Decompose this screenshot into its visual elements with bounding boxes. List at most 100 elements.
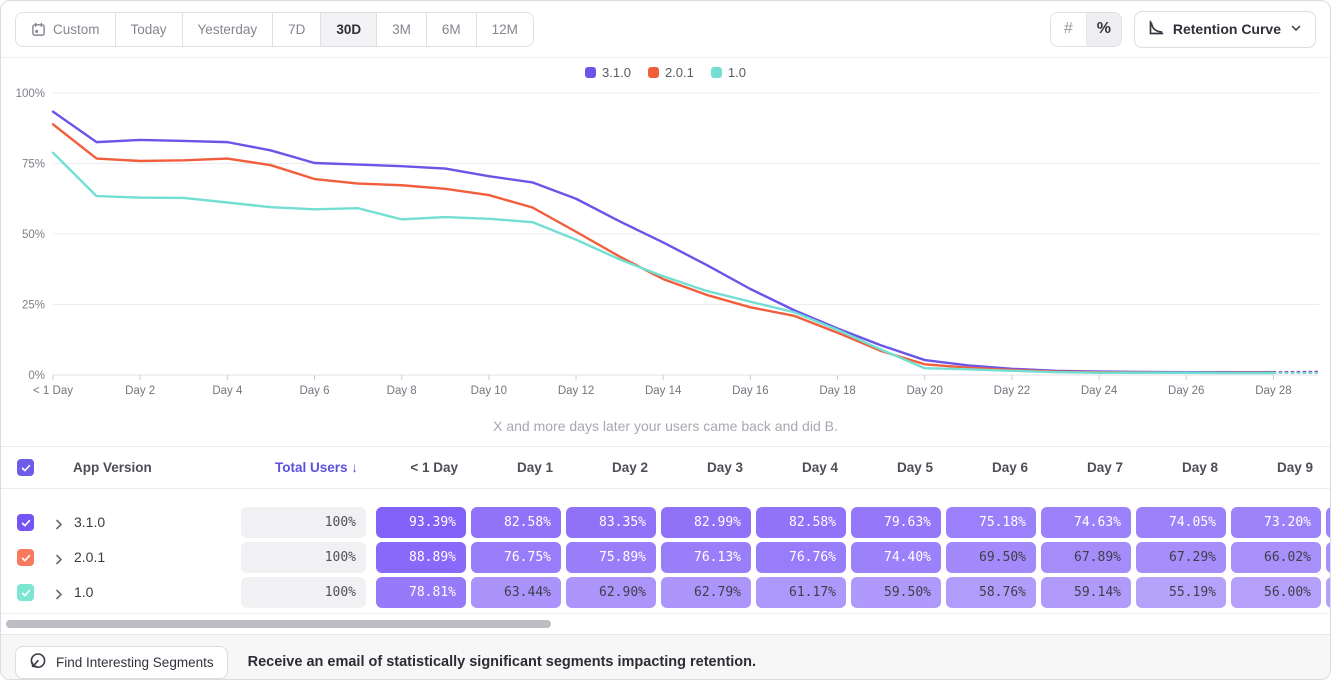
date-preset-7d[interactable]: 7D (272, 13, 320, 46)
retention-cell-2-0-1-day-3[interactable]: 76.13% (661, 542, 751, 573)
footer-message: Receive an email of statistically signif… (248, 654, 756, 670)
row-checkbox-2-0-1[interactable] (17, 549, 34, 566)
retention-cell-1-0-day-3[interactable]: 62.79% (661, 577, 751, 608)
column-header-day-4[interactable]: Day 4 (756, 460, 838, 475)
date-preset-label: Today (131, 22, 167, 37)
calendar-icon (31, 22, 46, 37)
footer-bar: Find Interesting Segments Receive an ema… (1, 634, 1330, 680)
toolbar: Custom Today Yesterday 7D30D3M 6M 12M #% Rete… (1, 1, 1330, 58)
legend-item-2-0-1[interactable]: 2.0.1 (648, 65, 694, 80)
retention-cell-3-1-0-day-1[interactable]: 82.58% (471, 507, 561, 538)
app-version-label: 3.1.0 (74, 514, 105, 530)
expand-chevron-icon[interactable] (54, 587, 64, 605)
y-axis-tick-label: 0% (28, 370, 45, 382)
retention-cell-clipped[interactable] (1326, 577, 1331, 608)
column-header-day-8[interactable]: Day 8 (1136, 460, 1218, 475)
retention-cell-3-1-0-day-7[interactable]: 74.63% (1041, 507, 1131, 538)
retention-cell-2-0-1-day-8[interactable]: 67.29% (1136, 542, 1226, 573)
chart-type-dropdown[interactable]: Retention Curve (1134, 11, 1316, 48)
column-header-total-users[interactable]: Total Users ↓ (241, 460, 358, 475)
retention-cell-3-1-0-day-6[interactable]: 75.18% (946, 507, 1036, 538)
x-axis-tick-label: Day 8 (387, 385, 417, 397)
expand-chevron-icon[interactable] (54, 517, 64, 535)
date-preset-30d[interactable]: 30D (320, 13, 376, 46)
retention-cell-3-1-0-day-9[interactable]: 73.20% (1231, 507, 1321, 538)
row-checkbox-1-0[interactable] (17, 584, 34, 601)
column-header-day-2[interactable]: Day 2 (566, 460, 648, 475)
x-axis-tick-label: Day 2 (125, 385, 155, 397)
percent-values-toggle[interactable]: % (1086, 13, 1121, 46)
x-axis-tick-label: Day 22 (994, 385, 1030, 397)
retention-cell-3-1-0-day-8[interactable]: 74.05% (1136, 507, 1226, 538)
retention-cell-2-0-1-day-4[interactable]: 76.76% (756, 542, 846, 573)
expand-chevron-icon[interactable] (54, 552, 64, 570)
retention-cell-3-1-0-day-4[interactable]: 82.58% (756, 507, 846, 538)
column-header-day-5[interactable]: Day 5 (851, 460, 933, 475)
retention-cell-3-1-0-day-5[interactable]: 79.63% (851, 507, 941, 538)
retention-cell-2-0-1-day-2[interactable]: 75.89% (566, 542, 656, 573)
retention-cell-1-0-day-9[interactable]: 56.00% (1231, 577, 1321, 608)
find-interesting-segments-label: Find Interesting Segments (56, 655, 214, 670)
column-header-day-9[interactable]: Day 9 (1231, 460, 1313, 475)
date-preset-custom[interactable]: Custom (16, 13, 115, 46)
retention-cell-2-0-1-day-6[interactable]: 69.50% (946, 542, 1036, 573)
column-header-day-7[interactable]: Day 7 (1041, 460, 1123, 475)
row-checkbox-3-1-0[interactable] (17, 514, 34, 531)
column-header-day-6[interactable]: Day 6 (946, 460, 1028, 475)
retention-cell-2-0-1-day-5[interactable]: 74.40% (851, 542, 941, 573)
retention-cell-2-0-1-day-9[interactable]: 66.02% (1231, 542, 1321, 573)
retention-cell-1-0-day-8[interactable]: 55.19% (1136, 577, 1226, 608)
chart-section: 3.1.02.0.11.0 0%25%50%75%100%< 1 DayDay … (1, 58, 1330, 446)
horizontal-scrollbar-thumb[interactable] (6, 620, 551, 628)
retention-cell-1-0-day-0[interactable]: 78.81% (376, 577, 466, 608)
date-preset-today[interactable]: Today (115, 13, 182, 46)
x-axis-tick-label: Day 28 (1255, 385, 1291, 397)
y-axis-tick-label: 50% (22, 229, 45, 241)
retention-cell-3-1-0-day-3[interactable]: 82.99% (661, 507, 751, 538)
x-axis-tick-label: Day 20 (907, 385, 943, 397)
retention-cell-3-1-0-day-2[interactable]: 83.35% (566, 507, 656, 538)
retention-cell-1-0-day-2[interactable]: 62.90% (566, 577, 656, 608)
app-version-label: 1.0 (74, 584, 93, 600)
table-row-3-1-0: 3.1.0100%93.39%82.58%83.35%82.99%82.58%7… (1, 505, 1330, 540)
column-header-day-3[interactable]: Day 3 (661, 460, 743, 475)
date-preset-6m[interactable]: 6M (426, 13, 476, 46)
date-preset-label: 12M (492, 22, 518, 37)
select-all-checkbox[interactable] (17, 459, 34, 476)
date-preset-label: Yesterday (198, 22, 258, 37)
column-header-1-day[interactable]: < 1 Day (376, 460, 458, 475)
absolute-values-toggle[interactable]: # (1051, 13, 1086, 46)
retention-cell-2-0-1-day-7[interactable]: 67.89% (1041, 542, 1131, 573)
retention-cell-1-0-day-7[interactable]: 59.14% (1041, 577, 1131, 608)
segment-lasso-icon (29, 652, 47, 673)
retention-cell-1-0-day-6[interactable]: 58.76% (946, 577, 1036, 608)
retention-table: App VersionTotal Users ↓< 1 DayDay 1Day … (1, 446, 1330, 613)
retention-cell-clipped[interactable] (1326, 542, 1331, 573)
y-axis-tick-label: 75% (22, 159, 45, 171)
line-series-2-0-1 (53, 124, 1273, 372)
retention-cell-2-0-1-day-1[interactable]: 76.75% (471, 542, 561, 573)
table-row-1-0: 1.0100%78.81%63.44%62.90%62.79%61.17%59.… (1, 575, 1330, 610)
date-preset-yesterday[interactable]: Yesterday (182, 13, 273, 46)
value-format-toggle: #% (1050, 12, 1122, 47)
y-axis-tick-label: 100% (16, 88, 45, 100)
find-interesting-segments-button[interactable]: Find Interesting Segments (15, 646, 228, 679)
date-preset-12m[interactable]: 12M (476, 13, 533, 46)
retention-cell-3-1-0-day-0[interactable]: 93.39% (376, 507, 466, 538)
retention-cell-1-0-day-1[interactable]: 63.44% (471, 577, 561, 608)
x-axis-tick-label: Day 14 (645, 385, 682, 397)
retention-cell-2-0-1-day-0[interactable]: 88.89% (376, 542, 466, 573)
retention-cell-clipped[interactable] (1326, 507, 1331, 538)
legend-item-1-0[interactable]: 1.0 (711, 65, 746, 80)
table-header-row: App VersionTotal Users ↓< 1 DayDay 1Day … (1, 447, 1330, 489)
app-version-label: 2.0.1 (74, 549, 105, 565)
date-preset-3m[interactable]: 3M (376, 13, 426, 46)
legend-item-3-1-0[interactable]: 3.1.0 (585, 65, 631, 80)
legend-swatch (585, 67, 596, 78)
x-axis-tick-label: Day 6 (299, 385, 329, 397)
column-header-day-1[interactable]: Day 1 (471, 460, 553, 475)
retention-cell-1-0-day-5[interactable]: 59.50% (851, 577, 941, 608)
date-preset-label: 6M (442, 22, 461, 37)
legend-label: 1.0 (728, 65, 746, 80)
retention-cell-1-0-day-4[interactable]: 61.17% (756, 577, 846, 608)
